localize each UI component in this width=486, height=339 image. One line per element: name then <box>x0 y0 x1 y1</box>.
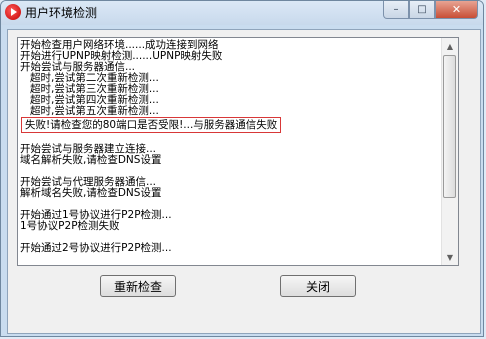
title-bar[interactable]: 用户环境检测 – □ ✕ <box>1 1 483 25</box>
vertical-scrollbar[interactable]: ▲ ▼ <box>441 38 458 265</box>
client-area: 开始检查用户网络环境......成功连接到网络 开始进行UPNP映射检测.....… <box>7 29 481 334</box>
close-button[interactable]: 关闭 <box>280 275 356 297</box>
log-line: 1号协议P2P检测失败 <box>20 220 120 232</box>
log-line: 域名解析失败,请检查DNS设置 <box>20 154 162 166</box>
app-play-icon <box>5 4 21 20</box>
maximize-button[interactable]: □ <box>409 1 435 19</box>
log-textbox[interactable]: 开始检查用户网络环境......成功连接到网络 开始进行UPNP映射检测.....… <box>17 37 459 266</box>
log-line: 超时,尝试第五次重新检测... <box>30 105 159 117</box>
scroll-thumb[interactable] <box>443 55 456 198</box>
scroll-down-arrow-icon[interactable]: ▼ <box>442 249 458 265</box>
log-line: 解析域名失败,请检查DNS设置 <box>20 187 162 199</box>
scroll-up-arrow-icon[interactable]: ▲ <box>442 38 458 54</box>
log-error-line: 失败!请检查您的80端口是否受限!...与服务器通信失败 <box>20 117 442 133</box>
detection-window: 用户环境检测 – □ ✕ 开始检查用户网络环境......成功连接到网络 开始进行… <box>0 0 484 337</box>
close-window-button[interactable]: ✕ <box>435 1 478 19</box>
recheck-button[interactable]: 重新检查 <box>100 275 176 297</box>
log-lines: 开始检查用户网络环境......成功连接到网络 开始进行UPNP映射检测.....… <box>18 38 442 265</box>
window-title: 用户环境检测 <box>25 6 98 20</box>
error-highlight-box: 失败!请检查您的80端口是否受限!...与服务器通信失败 <box>21 117 282 133</box>
minimize-button[interactable]: – <box>383 1 409 19</box>
log-line: 开始通过2号协议进行P2P检测... <box>20 242 172 254</box>
caption-buttons: – □ ✕ <box>383 1 478 19</box>
